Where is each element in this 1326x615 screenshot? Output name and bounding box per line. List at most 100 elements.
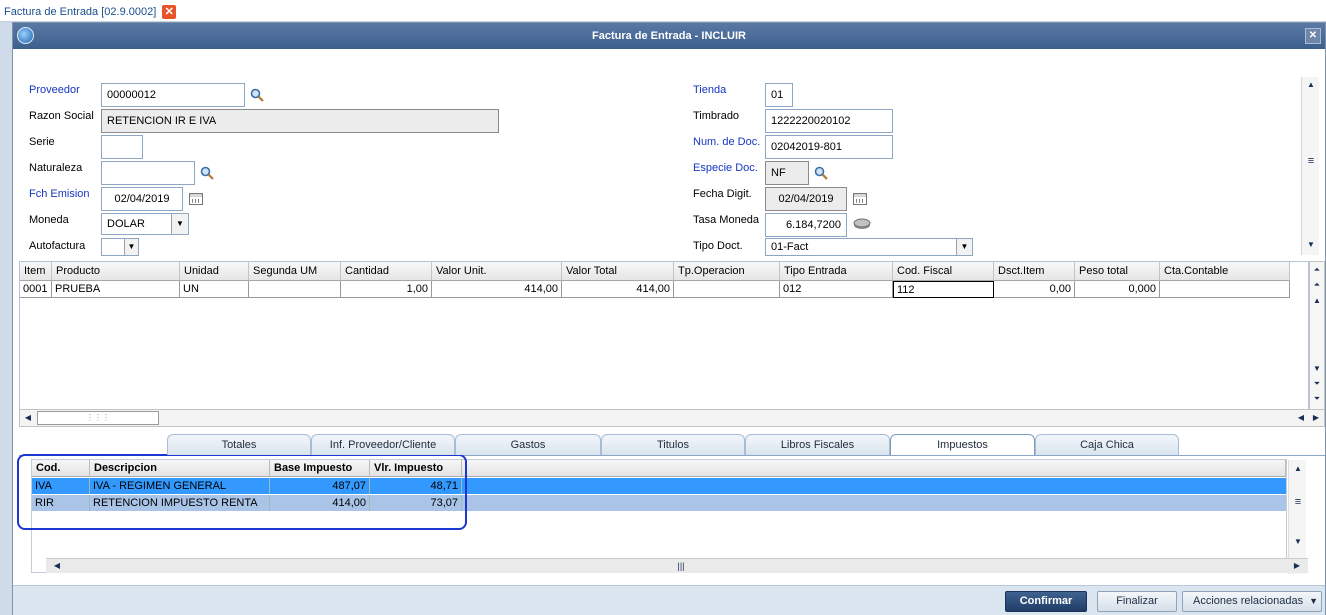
table-cell[interactable]: PRUEBA <box>52 281 180 298</box>
items-horizontal-scrollbar[interactable]: ◀ ⋮⋮⋮ ◀ ▶ <box>19 409 1325 427</box>
column-header[interactable]: Cta.Contable <box>1160 262 1290 281</box>
search-icon[interactable] <box>200 166 214 180</box>
column-header[interactable]: Producto <box>52 262 180 281</box>
column-header[interactable]: Cod. Fiscal <box>893 262 994 281</box>
calendar-icon[interactable] <box>189 193 203 205</box>
currency-converter-icon[interactable] <box>853 218 871 230</box>
column-header[interactable]: Tipo Entrada <box>780 262 893 281</box>
finalize-button[interactable]: Finalizar <box>1097 591 1177 612</box>
scroll-thumb-icon[interactable]: ≡ <box>1304 155 1318 167</box>
close-window-icon[interactable]: ✕ <box>1305 28 1321 44</box>
close-tab-icon[interactable]: ✕ <box>162 5 177 19</box>
fch-emision-field[interactable]: 02/04/2019 <box>101 187 183 211</box>
table-cell[interactable]: UN <box>180 281 249 298</box>
scroll-page-down-icon[interactable]: ⏷ <box>1310 378 1324 390</box>
scroll-down-icon[interactable]: ▼ <box>1304 239 1318 251</box>
chevron-down-icon[interactable]: ▼ <box>956 239 972 255</box>
scroll-up-icon[interactable]: ▲ <box>1310 295 1324 307</box>
scroll-page-up-icon[interactable]: ⏶ <box>1310 279 1324 291</box>
naturaleza-label: Naturaleza <box>29 162 83 174</box>
moneda-select[interactable]: DOLAR ▼ <box>101 213 189 235</box>
tasa-moneda-field[interactable]: 6.184,7200 <box>765 213 847 237</box>
timbrado-label: Timbrado <box>693 110 740 122</box>
scroll-right-icon[interactable]: ▶ <box>1290 560 1304 572</box>
scroll-top-icon[interactable]: ⏶ <box>1310 264 1324 276</box>
table-cell[interactable] <box>249 281 341 298</box>
taxes-horizontal-scrollbar[interactable]: ◀ ||| ▶ <box>46 558 1308 573</box>
related-actions-button[interactable]: Acciones relacionadas ▼ <box>1182 591 1322 612</box>
fch-emision-label: Fch Emision <box>29 188 90 200</box>
razon-social-label: Razon Social <box>29 110 94 122</box>
column-header[interactable]: Valor Total <box>562 262 674 281</box>
column-header[interactable]: Segunda UM <box>249 262 341 281</box>
scroll-thumb[interactable]: ⋮⋮⋮ <box>37 411 159 425</box>
scroll-left-icon[interactable]: ◀ <box>21 412 35 424</box>
search-icon[interactable] <box>814 166 828 180</box>
table-cell[interactable]: 1,00 <box>341 281 432 298</box>
header-form: Proveedor 00000012 Razon Social RETENCIO… <box>13 73 1325 258</box>
column-header[interactable]: Valor Unit. <box>432 262 562 281</box>
fecha-digit-field: 02/04/2019 <box>765 187 847 211</box>
search-icon[interactable] <box>250 88 264 102</box>
table-cell[interactable]: 012 <box>780 281 893 298</box>
scroll-thumb-icon[interactable]: ≡ <box>1291 496 1305 508</box>
table-cell[interactable] <box>1160 281 1290 298</box>
tab-impuestos[interactable]: Impuestos <box>890 434 1035 455</box>
table-cell[interactable] <box>674 281 780 298</box>
column-header[interactable]: Item <box>20 262 52 281</box>
tax-header-filler <box>462 460 1286 477</box>
timbrado-field[interactable]: 1222220020102 <box>765 109 893 133</box>
tab-caja-chica[interactable]: Caja Chica <box>1035 434 1179 455</box>
window-title: Factura de Entrada - INCLUIR <box>591 30 747 42</box>
column-header[interactable]: Cantidad <box>341 262 432 281</box>
autofactura-select[interactable]: ▼ <box>101 238 139 256</box>
scroll-down-icon[interactable]: ▼ <box>1310 363 1324 375</box>
table-cell[interactable]: 0,000 <box>1075 281 1160 298</box>
tab-titulos[interactable]: Titulos <box>601 434 745 455</box>
tienda-field[interactable]: 01 <box>765 83 793 107</box>
chevron-down-icon[interactable]: ▼ <box>124 239 138 255</box>
table-cell[interactable]: 0,00 <box>994 281 1075 298</box>
scroll-up-icon[interactable]: ▲ <box>1291 463 1305 475</box>
table-cell[interactable]: 414,00 <box>432 281 562 298</box>
table-cell[interactable]: 0001 <box>20 281 52 298</box>
proveedor-field[interactable]: 00000012 <box>101 83 245 107</box>
tab-libros-fiscales[interactable]: Libros Fiscales <box>745 434 890 455</box>
naturaleza-field[interactable] <box>101 161 195 185</box>
tab-gastos[interactable]: Gastos <box>455 434 601 455</box>
table-cell[interactable]: 112 <box>893 281 994 298</box>
moneda-label: Moneda <box>29 214 69 226</box>
serie-label: Serie <box>29 136 55 148</box>
scroll-up-icon[interactable]: ▲ <box>1304 79 1318 91</box>
taxes-vertical-scrollbar[interactable]: ▲ ≡ ▼ <box>1288 460 1306 574</box>
scroll-right-icon[interactable]: ◀ <box>1294 412 1308 424</box>
scroll-bottom-icon[interactable]: ⏷ <box>1310 393 1324 405</box>
table-cell[interactable]: 414,00 <box>562 281 674 298</box>
calendar-icon[interactable] <box>853 193 867 205</box>
items-grid-scrollbar[interactable]: ⏶ ⏶ ▲ ▼ ⏷ ⏷ <box>1309 261 1325 427</box>
tab-inf-proveedor-cliente[interactable]: Inf. Proveedor/Cliente <box>311 434 455 455</box>
form-scrollbar[interactable]: ▲ ≡ ▼ <box>1301 77 1319 255</box>
column-header[interactable]: Tp.Operacion <box>674 262 780 281</box>
tipo-doct-select[interactable]: 01-Fact ▼ <box>765 238 973 256</box>
column-header[interactable]: Peso total <box>1075 262 1160 281</box>
moneda-value: DOLAR <box>107 218 145 230</box>
tasa-moneda-label: Tasa Moneda <box>693 214 760 226</box>
num-doc-field[interactable]: 02042019-801 <box>765 135 893 159</box>
scroll-down-icon[interactable]: ▼ <box>1291 536 1305 548</box>
column-header[interactable]: Dsct.Item <box>994 262 1075 281</box>
scroll-thumb-icon[interactable]: ||| <box>674 560 688 572</box>
scroll-left-icon[interactable]: ◀ <box>50 560 64 572</box>
especie-doc-label: Especie Doc. <box>693 162 758 174</box>
document-tab[interactable]: Factura de Entrada [02.9.0002] ✕ <box>0 2 180 22</box>
confirm-button[interactable]: Confirmar <box>1005 591 1087 612</box>
chevron-down-icon[interactable]: ▼ <box>171 214 188 234</box>
highlight-annotation <box>17 454 467 530</box>
invoice-window: Factura de Entrada - INCLUIR ✕ Proveedor… <box>12 22 1326 615</box>
document-tab-title: Factura de Entrada [02.9.0002] <box>4 6 157 18</box>
scroll-right-icon[interactable]: ▶ <box>1309 412 1323 424</box>
column-header[interactable]: Unidad <box>180 262 249 281</box>
serie-field[interactable] <box>101 135 143 159</box>
tipo-doct-label: Tipo Doct. <box>693 240 743 252</box>
tab-totales[interactable]: Totales <box>167 434 311 455</box>
